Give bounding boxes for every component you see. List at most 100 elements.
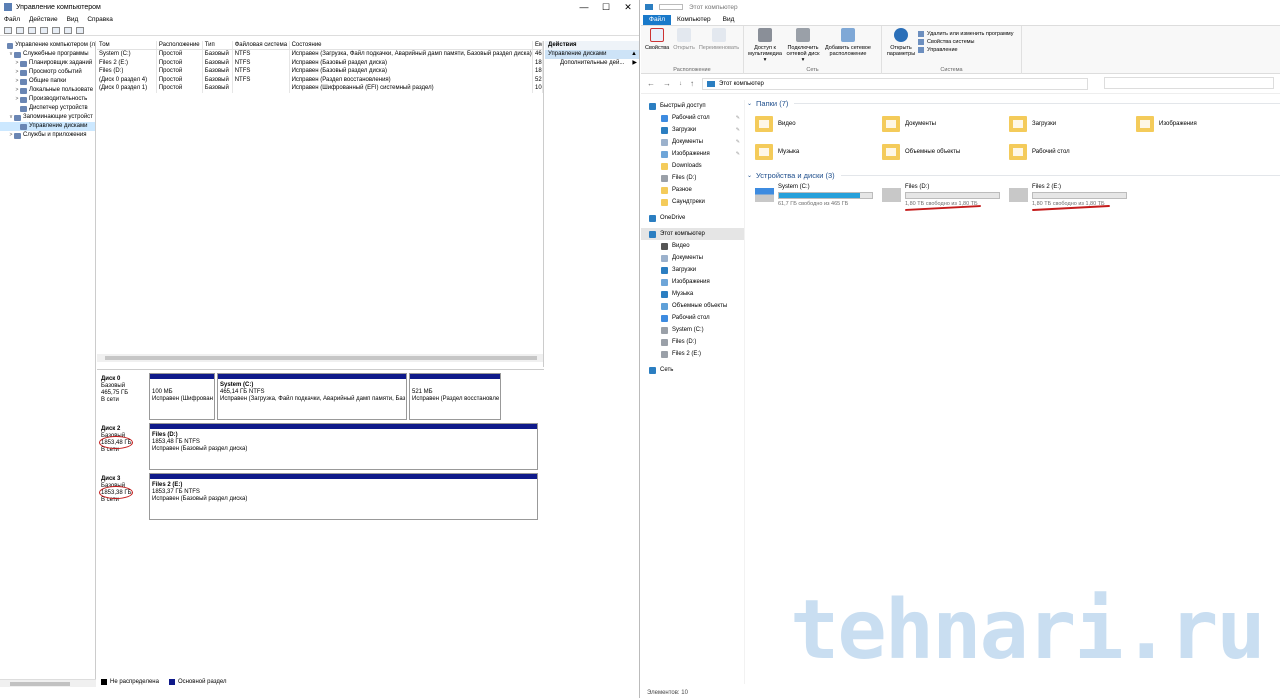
pin-icon[interactable]: ✎ [736,148,740,160]
col-capacity[interactable]: Ем [533,41,543,49]
pin-icon[interactable]: ✎ [736,136,740,148]
actions-more[interactable]: Дополнительные дей... ▶ [545,59,639,68]
forward-arrow-icon[interactable]: → [663,79,671,88]
menu-help[interactable]: Справка [87,16,113,23]
drive-item[interactable]: Files (D:) 1,80 ТБ свободно из 1,80 ТБ [882,184,1009,207]
address-bar[interactable]: Этот компьютер [702,77,1088,90]
nav-item[interactable]: Files 2 (E:) [641,348,744,360]
nav-item[interactable]: Саундтреки [641,196,744,208]
menu-file[interactable]: Файл [4,16,20,23]
back-icon[interactable] [4,26,12,34]
nav-item[interactable]: Изображения [641,276,744,288]
back-arrow-icon[interactable]: ← [647,79,655,88]
search-input[interactable] [1104,77,1274,89]
nav-item[interactable]: System (C:) [641,324,744,336]
maximize-button[interactable]: ☐ [595,0,617,14]
menu-action[interactable]: Действие [29,16,58,23]
volume-list-scrollbar[interactable] [97,354,543,362]
tree-node[interactable]: Диспетчер устройств [0,104,95,113]
menu-view[interactable]: Вид [67,16,79,23]
pin-icon[interactable]: ✎ [736,112,740,124]
tree-node[interactable]: > Производительность [0,95,95,104]
chevron-down-icon[interactable]: ⌄ [747,100,752,107]
properties-icon[interactable] [64,26,72,34]
col-layout[interactable]: Расположение [157,41,203,49]
nav-item[interactable]: Downloads [641,160,744,172]
drive-item[interactable]: Files 2 (E:) 1,80 ТБ свободно из 1,80 ТБ [1009,184,1136,207]
col-type[interactable]: Тип [203,41,233,49]
folder-item[interactable]: Изображения [1136,110,1263,138]
tree-node[interactable]: Управление компьютером (л [0,41,95,50]
tree-scrollbar[interactable] [0,679,96,687]
partition[interactable]: 100 МБ Исправен (Шифрован [149,373,215,420]
up-folder-icon[interactable] [28,26,36,34]
open-button[interactable]: Открыть [673,28,695,72]
nav-item[interactable]: Документы ✎ [641,136,744,148]
folder-item[interactable]: Объемные объекты [882,138,1009,166]
col-status[interactable]: Состояние [290,41,534,49]
nav-item[interactable]: OneDrive [641,212,744,224]
tab-view[interactable]: Вид [717,15,741,25]
volume-row[interactable]: Files (D:) Простой Базовый NTFS Исправен (Ба… [97,67,543,76]
add-network-location-button[interactable]: Добавить сетевое расположение [824,28,872,72]
nav-item[interactable]: Разное [641,184,744,196]
system-properties-button[interactable]: Свойства системы [918,38,1013,46]
rename-button[interactable]: Переименовать [699,28,739,72]
volume-row[interactable]: System (C:) Простой Базовый NTFS Исправен (З… [97,50,543,59]
tree-node[interactable]: > Планировщик заданий [0,59,95,68]
partition[interactable]: 521 МБ Исправен (Раздел восстановле [409,373,501,420]
nav-item[interactable]: Загрузки [641,264,744,276]
tree-node[interactable]: > Службы и приложения [0,131,95,140]
nav-item[interactable]: Рабочий стол ✎ [641,112,744,124]
properties-button[interactable]: Свойства [645,28,669,72]
nav-item[interactable]: Этот компьютер [641,228,744,240]
col-volume[interactable]: Том [97,41,157,49]
nav-item[interactable]: Документы [641,252,744,264]
folders-section-header[interactable]: ⌄ Папки (7) [747,96,1280,110]
tree-node[interactable]: v Запоминающие устройст [0,113,95,122]
recent-dropdown-icon[interactable]: ↓ [679,81,682,87]
quick-access-toolbar[interactable] [659,4,683,10]
close-button[interactable]: ✕ [617,0,639,14]
volume-row[interactable]: (Диск 0 раздел 1) Простой Базовый Исправен … [97,84,543,93]
partition[interactable]: Files (D:) 1853,48 ГБ NTFS Исправен (Базов… [149,423,538,470]
tab-file[interactable]: Файл [643,15,671,25]
nav-item[interactable]: Сеть [641,364,744,376]
volume-row[interactable]: (Диск 0 раздел 4) Простой Базовый NTFS Испра… [97,75,543,84]
drive-item[interactable]: System (C:) 61,7 ГБ свободно из 465 ГБ [755,184,882,207]
disk-label[interactable]: Диск 0 Базовый 465,75 ГБ В сети [99,373,147,420]
nav-item[interactable]: Объемные объекты [641,300,744,312]
manage-button[interactable]: Управление [918,46,1013,54]
tree-node[interactable]: Управление дисками [0,122,95,131]
nav-item[interactable]: Музыка [641,288,744,300]
tree-node[interactable]: > Просмотр событий [0,68,95,77]
folder-item[interactable]: Рабочий стол [1009,138,1136,166]
actions-disk-management[interactable]: Управление дисками ▲ [545,50,639,59]
volume-row[interactable]: Files 2 (E:) Простой Базовый NTFS Исправен (… [97,58,543,67]
nav-item[interactable]: Files (D:) [641,336,744,348]
nav-item[interactable]: Быстрый доступ [641,100,744,112]
partition[interactable]: Files 2 (E:) 1853,37 ГБ NTFS Исправен (Баз… [149,473,538,520]
folder-item[interactable]: Музыка [755,138,882,166]
tab-computer[interactable]: Компьютер [671,15,717,25]
folder-item[interactable]: Загрузки [1009,110,1136,138]
folder-item[interactable]: Видео [755,110,882,138]
nav-item[interactable]: Рабочий стол [641,312,744,324]
minimize-button[interactable]: — [573,0,595,14]
nav-item[interactable]: Загрузки ✎ [641,124,744,136]
tree-node[interactable]: v Служебные программы [0,50,95,59]
col-filesystem[interactable]: Файловая система [233,41,290,49]
collapse-icon[interactable]: ▲ [631,50,637,59]
media-access-button[interactable]: Доступ к мультимедиа ▾ [748,28,782,72]
map-network-drive-button[interactable]: Подключить сетевой диск ▾ [786,28,820,72]
partition[interactable]: System (C:) 465,14 ГБ NTFS Исправен (Загру… [217,373,407,420]
open-settings-button[interactable]: Открыть параметры [886,28,916,72]
help-icon[interactable] [52,26,60,34]
drives-section-header[interactable]: ⌄ Устройства и диски (3) [747,168,1280,182]
nav-item[interactable]: Видео [641,240,744,252]
tree-node[interactable]: > Общие папки [0,77,95,86]
folder-item[interactable]: Документы [882,110,1009,138]
show-tree-icon[interactable] [40,26,48,34]
up-arrow-icon[interactable]: ↑ [690,79,694,88]
tree-node[interactable]: > Локальные пользовате [0,86,95,95]
